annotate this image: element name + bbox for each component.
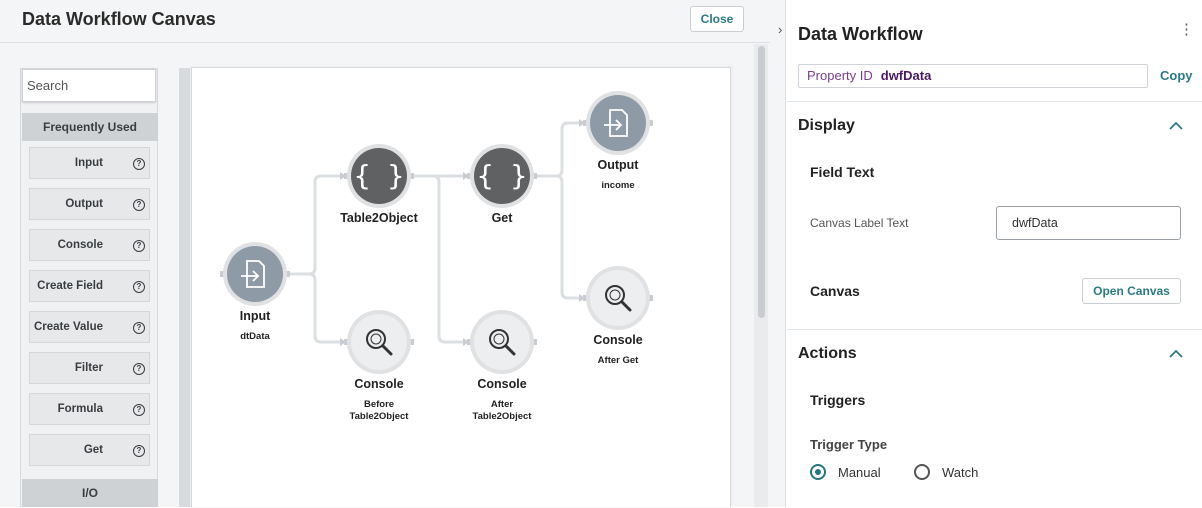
properties-title: Data Workflow <box>798 24 923 44</box>
info-icon[interactable]: ? <box>133 445 145 457</box>
palette-item-create-field[interactable]: Create Field? <box>29 270 150 302</box>
palette-item-input[interactable]: Input? <box>29 147 150 179</box>
display-heading[interactable]: Display <box>798 117 855 135</box>
node-subtitle: Table2Object <box>473 411 533 422</box>
open-canvas-button[interactable]: Open Canvas <box>1082 278 1181 304</box>
chevron-right-icon[interactable]: › <box>778 22 782 37</box>
node-body[interactable] <box>590 270 646 326</box>
node-console-after[interactable]: Console AfterTable2Object <box>467 310 537 422</box>
triggers-heading: Triggers <box>810 392 866 408</box>
info-icon[interactable]: ? <box>133 281 145 293</box>
separator <box>787 329 1202 330</box>
canvas-scrollbar-thumb[interactable] <box>758 46 765 318</box>
node-title: Console <box>354 377 403 391</box>
chevron-up-icon[interactable] <box>1169 347 1183 361</box>
canvas-title: Data Workflow Canvas <box>22 9 216 29</box>
canvas-heading: Canvas <box>810 283 860 299</box>
palette-item-label: Formula <box>57 403 103 415</box>
node-body[interactable] <box>351 314 407 370</box>
palette-search-input[interactable] <box>22 69 156 102</box>
edge-get-output[interactable] <box>536 121 584 178</box>
palette-item-label: Output <box>65 198 103 210</box>
node-subtitle: dtData <box>240 331 270 342</box>
curly-braces-icon: { } <box>354 159 405 192</box>
trigger-type-label: Trigger Type <box>810 437 888 452</box>
palette-item-console[interactable]: Console? <box>29 229 150 261</box>
chevron-up-icon[interactable] <box>1169 119 1183 133</box>
info-icon[interactable]: ? <box>133 158 145 170</box>
node-title: Console <box>477 377 526 391</box>
workflow-canvas-panel: Data Workflow Canvas Close Frequently Us… <box>0 0 770 507</box>
node-console-afterget[interactable]: Console After Get <box>583 266 653 366</box>
canvas-header: Data Workflow Canvas Close <box>0 0 770 43</box>
canvas-label-text-label: Canvas Label Text <box>810 216 909 230</box>
palette-item-label: Create Field <box>37 280 103 292</box>
node-subtitle: After Get <box>598 355 639 366</box>
node-title: Output <box>598 158 640 172</box>
copy-button[interactable]: Copy <box>1160 68 1193 83</box>
section-frequently-used[interactable]: Frequently Used <box>22 113 158 141</box>
node-title: Console <box>593 333 642 347</box>
palette-item-formula[interactable]: Formula? <box>29 393 150 425</box>
properties-panel: Data Workflow ⋮ Property ID dwfData Copy … <box>787 0 1202 507</box>
palette-item-filter[interactable]: Filter? <box>29 352 150 384</box>
palette-item-label: Get <box>83 444 103 456</box>
property-id-value: dwfData <box>880 68 932 83</box>
edge-input-table2object[interactable] <box>289 174 345 276</box>
palette-item-get[interactable]: Get? <box>29 434 150 466</box>
info-icon[interactable]: ? <box>133 404 145 416</box>
info-icon[interactable]: ? <box>133 199 145 211</box>
node-console-before[interactable]: Console BeforeTable2Object <box>344 310 414 422</box>
canvas-label-text-input[interactable]: dwfData <box>996 206 1181 240</box>
close-button[interactable]: Close <box>690 6 744 32</box>
property-id-label: Property ID <box>807 68 873 83</box>
node-subtitle: Table2Object <box>350 411 410 422</box>
trigger-watch-radio[interactable] <box>914 464 930 480</box>
palette-item-label: Create Value <box>33 321 103 333</box>
trigger-manual-radio[interactable] <box>810 464 826 480</box>
node-subtitle: Before <box>364 399 394 410</box>
node-title: Input <box>240 309 271 323</box>
panel-divider[interactable] <box>770 0 786 507</box>
separator <box>787 101 1202 102</box>
info-icon[interactable]: ? <box>133 240 145 252</box>
palette-item-label: Input <box>74 157 103 169</box>
palette-item-label: Filter <box>74 362 103 374</box>
workflow-canvas[interactable]: Input dtData{ } Table2Object Console Before T… <box>191 67 731 507</box>
palette-item-create-value[interactable]: Create Value? <box>29 311 150 343</box>
actions-heading[interactable]: Actions <box>798 345 857 363</box>
property-id-field: Property ID dwfData <box>798 64 1148 88</box>
workflow-graph[interactable]: InputdtData{ }Table2ObjectConsoleBeforeT… <box>192 68 730 508</box>
edge-input-console-before[interactable] <box>289 272 345 344</box>
field-text-heading: Field Text <box>810 164 875 180</box>
node-get[interactable]: { } Get <box>467 144 537 225</box>
node-subtitle: After <box>491 399 513 410</box>
edge-table2object-console-after[interactable] <box>413 174 468 344</box>
node-body[interactable] <box>474 314 530 370</box>
node-output[interactable]: Output income <box>583 91 653 191</box>
trigger-watch-label[interactable]: Watch <box>942 465 978 480</box>
edge-get-console-afterget[interactable] <box>536 174 584 300</box>
palette-item-output[interactable]: Output? <box>29 188 150 220</box>
section-io[interactable]: I/O <box>22 479 158 507</box>
node-subtitle: income <box>601 180 634 191</box>
palette-item-label: Console <box>57 239 103 251</box>
node-input[interactable]: Input dtData <box>220 242 290 342</box>
palette-resize-handle[interactable] <box>179 68 190 507</box>
node-title: Get <box>492 211 514 225</box>
node-title: Table2Object <box>340 211 418 225</box>
trigger-manual-label[interactable]: Manual <box>838 465 881 480</box>
curly-braces-icon: { } <box>477 159 528 192</box>
info-icon[interactable]: ? <box>133 363 145 375</box>
info-icon[interactable]: ? <box>133 322 145 334</box>
node-table2object[interactable]: { } Table2Object <box>340 144 419 225</box>
more-vertical-icon[interactable]: ⋮ <box>1179 22 1194 37</box>
